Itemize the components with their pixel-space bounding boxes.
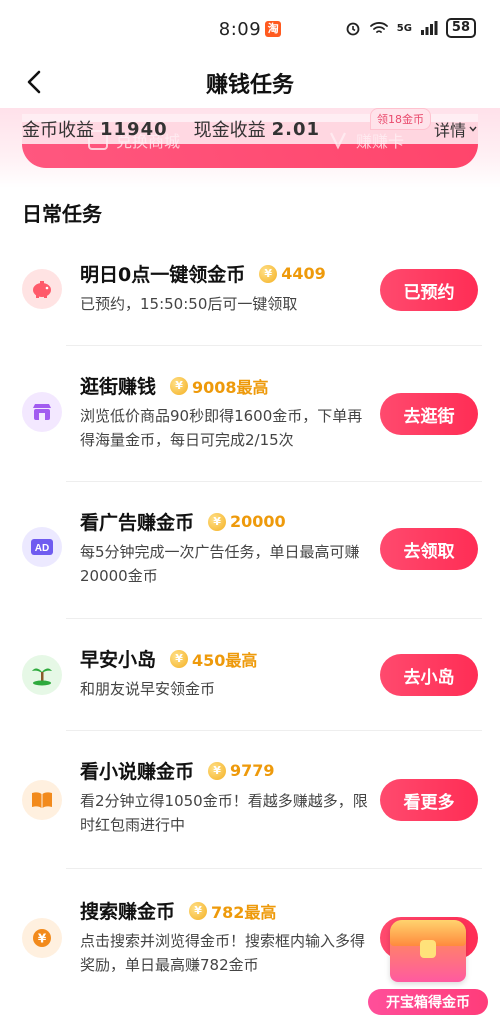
battery-indicator: 58 [445,18,476,38]
task-item: 逛街赚钱 ¥ 9008最高 浏览低价商品90秒即得1600金币，下单再得海量金币… [0,346,500,482]
coin-icon: ¥ [208,512,227,531]
task-name-text: 早安小岛 [80,649,157,671]
task-name: 看小说赚金币 ¥ 9779 [80,757,275,784]
treasure-chest-label: 开宝箱得金币 [368,989,488,1015]
task-name-text: 看小说赚金币 [80,761,195,783]
section-title: 日常任务 [22,202,102,226]
earnings-banner: 兑换商城 赚赚卡 金币收益 11940 现金收益 2.01 详情 领18金币 [0,108,500,188]
page-title: 赚钱任务 [205,73,294,98]
task-description: 每5分钟完成一次广告任务，单日最高可赚20000金币 [80,543,360,585]
cash-earnings-value: 2.01 [271,118,321,140]
task-reward: 782最高 [211,902,277,922]
task-action-button[interactable]: 去领取 [380,528,478,570]
back-arrow-icon[interactable] [20,67,50,97]
task-action-button[interactable]: 看更多 [380,779,478,821]
task-action-button[interactable]: 去小岛 [380,654,478,696]
task-name-text: 看广告赚金币 [80,512,195,534]
signal-icon [420,21,438,35]
status-bar: 8:09 淘 5G 58 [0,0,500,58]
task-name: 明日0点一键领金币 ¥ 4409 [80,260,326,287]
task-description: 浏览低价商品90秒即得1600金币，下单再得海量金币，每日可完成2/15次 [80,407,363,449]
task-reward: 450最高 [192,650,258,670]
task-description: 点击搜索并浏览得金币！搜索框内输入多得奖励，单日最高赚782金币 [80,932,366,974]
task-name-text: 明日0点一键领金币 [80,264,246,286]
coin-earnings-label: 金币收益 [22,120,94,141]
shop-icon [22,392,62,432]
task-description: 已预约，15:50:50后可一键领取 [80,295,298,313]
task-name-text: 搜索赚金币 [80,901,176,923]
palm-tree-icon [22,655,62,695]
task-reward: 9779 [230,761,275,780]
treasure-chest-icon [390,920,466,982]
piggy-bank-icon [22,269,62,309]
task-name: 看广告赚金币 ¥ 20000 [80,508,286,535]
nav-bar: 赚钱任务 [0,58,500,108]
claim-coins-badge[interactable]: 领18金币 [370,108,431,130]
task-item: 明日0点一键领金币 ¥ 4409 已预约，15:50:50后可一键领取 已预约 [0,236,500,346]
treasure-chest-button[interactable]: 开宝箱得金币 [368,920,488,1015]
book-icon [22,780,62,820]
task-name-text: 逛街赚钱 [80,376,157,398]
coin-icon: ¥ [259,264,278,283]
task-reward: 9008最高 [192,377,269,397]
svg-text:¥: ¥ [38,932,47,946]
task-name: 逛街赚钱 ¥ 9008最高 [80,372,269,399]
ad-icon: AD [22,527,62,567]
task-description: 看2分钟立得1050金币！看越多赚越多，限时红包雨进行中 [80,792,368,834]
network-type: 5G [396,22,412,34]
alarm-icon [346,22,360,36]
task-item: 早安小岛 ¥ 450最高 和朋友说早安领金币 去小岛 [0,619,500,731]
task-item: 看小说赚金币 ¥ 9779 看2分钟立得1050金币！看越多赚越多，限时红包雨进… [0,731,500,869]
taobao-notification-icon: 淘 [265,21,282,37]
task-action-button[interactable]: 已预约 [380,269,478,311]
task-list: 明日0点一键领金币 ¥ 4409 已预约，15:50:50后可一键领取 已预约 … [0,236,500,1005]
svg-text:AD: AD [35,543,49,554]
coin-earnings-value: 11940 [100,118,168,140]
coin-icon: ¥ [170,376,189,395]
details-label: 详情 [433,121,466,140]
task-description: 和朋友说早安领金币 [80,680,216,698]
chevron-down-icon [469,126,477,132]
coin-icon: ¥ [208,761,227,780]
task-reward: 4409 [281,264,326,283]
details-link[interactable]: 详情 [434,117,478,141]
coin-icon: ¥ [189,901,208,920]
task-item: AD 看广告赚金币 ¥ 20000 每5分钟完成一次广告任务，单日最高可赚200… [0,482,500,619]
wifi-icon [369,22,388,33]
task-reward: 20000 [230,512,286,531]
yuan-coin-icon: ¥ [22,918,62,958]
task-name: 搜索赚金币 ¥ 782最高 [80,897,276,924]
coin-icon: ¥ [170,649,189,668]
status-time: 8:09 [218,18,262,40]
status-icons: 5G 58 [345,18,476,38]
task-action-button[interactable]: 去逛街 [380,393,478,435]
cash-earnings-label: 现金收益 [193,120,266,141]
task-name: 早安小岛 ¥ 450最高 [80,645,257,672]
